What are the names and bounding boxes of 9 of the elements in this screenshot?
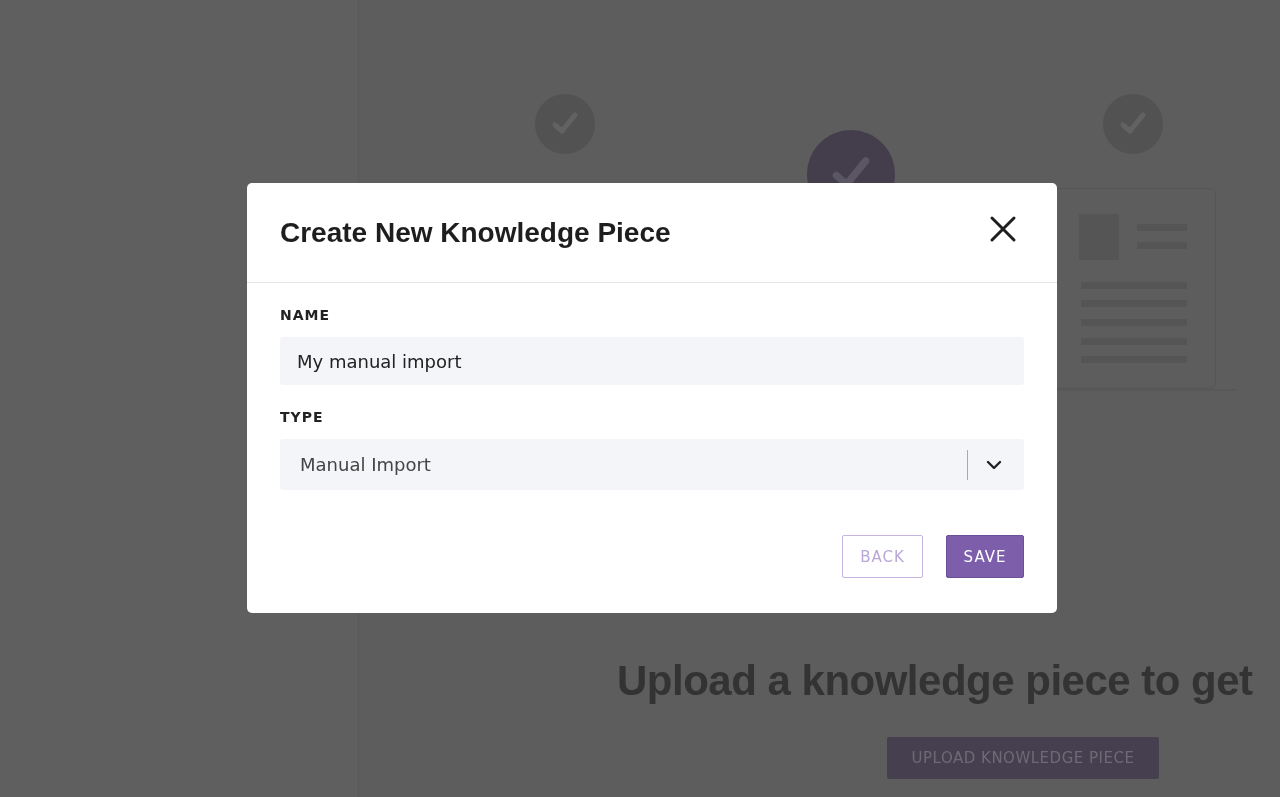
name-input[interactable]: My manual import — [280, 337, 1024, 385]
close-button[interactable] — [989, 214, 1017, 243]
type-dropdown[interactable]: Manual Import — [280, 439, 1024, 490]
close-icon — [989, 214, 1017, 243]
chevron-down-icon — [986, 459, 1002, 470]
field-label: TYPE — [280, 409, 325, 425]
field-label: NAME — [280, 307, 332, 323]
dialog-title: Create New Knowledge Piece — [280, 216, 671, 249]
save-button[interactable]: SAVE — [946, 535, 1024, 578]
